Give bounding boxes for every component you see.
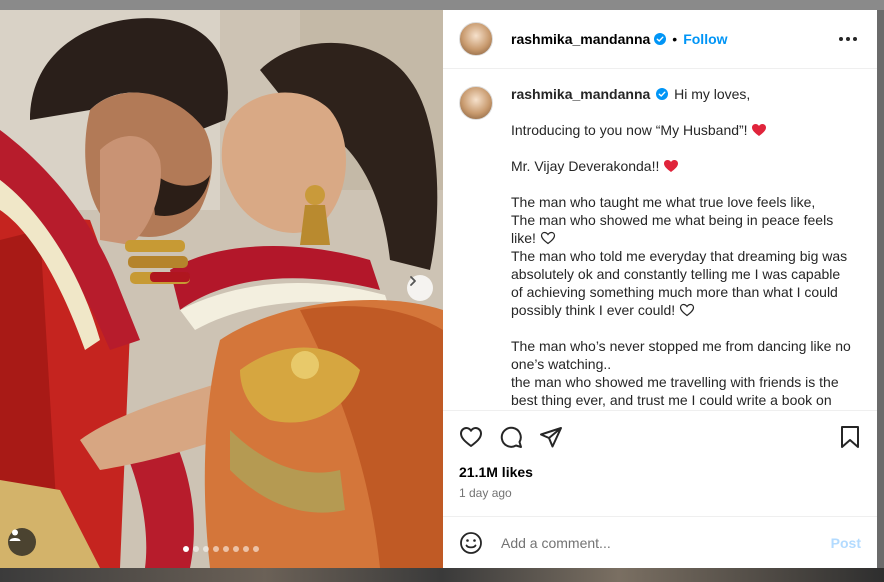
caption-username[interactable]: rashmika_mandanna xyxy=(511,86,650,102)
caption-line: Introducing to you now “My Husband”! xyxy=(511,122,748,138)
post-modal: rashmika_mandanna • Follow rashmika_mand… xyxy=(0,10,877,568)
more-icon xyxy=(839,37,843,41)
action-bar xyxy=(443,410,877,462)
comment-input[interactable] xyxy=(499,533,831,552)
share-icon xyxy=(540,426,562,447)
caption-line: The man who taught me what true love fee… xyxy=(511,194,816,210)
carousel-dot xyxy=(193,546,199,552)
post-timestamp[interactable]: 1 day ago xyxy=(443,484,877,502)
white-heart-emoji-icon xyxy=(540,231,555,245)
more-options-button[interactable] xyxy=(835,33,861,45)
carousel-dot xyxy=(233,546,239,552)
follow-button[interactable]: Follow xyxy=(683,31,727,47)
user-tags-button[interactable] xyxy=(8,528,36,556)
avatar[interactable] xyxy=(459,22,493,56)
post-comment-button[interactable]: Post xyxy=(831,535,861,551)
post-photo[interactable] xyxy=(0,10,443,568)
caption-line: The man who’s never stopped me from danc… xyxy=(511,338,851,372)
likes-count[interactable]: 21.1M likes xyxy=(443,462,877,482)
like-button[interactable] xyxy=(459,426,483,448)
next-photo-button[interactable] xyxy=(407,275,433,301)
save-button[interactable] xyxy=(839,425,861,449)
carousel-indicator xyxy=(183,546,259,552)
caption-avatar[interactable] xyxy=(459,86,493,120)
chevron-right-icon xyxy=(410,276,416,286)
comment-bar: Post xyxy=(443,516,877,568)
red-heart-emoji-icon xyxy=(664,160,679,172)
username-link[interactable]: rashmika_mandanna xyxy=(511,31,650,47)
background-feed xyxy=(0,568,884,582)
carousel-dot xyxy=(203,546,209,552)
caption-line: The man who showed me what being in peac… xyxy=(511,212,834,246)
bookmark-icon xyxy=(841,425,859,448)
carousel-dot xyxy=(243,546,249,552)
carousel-dot xyxy=(253,546,259,552)
caption-text: rashmika_mandanna Hi my loves, Introduci… xyxy=(511,85,851,410)
wedding-photo-illustration xyxy=(0,10,443,568)
heart-icon xyxy=(460,426,482,447)
carousel-dot xyxy=(183,546,189,552)
caption-line: the man who showed me travelling with fr… xyxy=(511,374,839,408)
user-tag-icon xyxy=(9,529,21,541)
verified-badge-icon xyxy=(656,88,669,100)
post-side-panel: rashmika_mandanna • Follow rashmika_mand… xyxy=(443,10,877,568)
emoji-icon xyxy=(460,531,482,554)
comment-button[interactable] xyxy=(499,425,523,449)
carousel-dot xyxy=(213,546,219,552)
share-button[interactable] xyxy=(539,425,563,449)
white-heart-emoji-icon xyxy=(679,303,695,317)
background-right xyxy=(877,10,884,568)
carousel-dot xyxy=(223,546,229,552)
emoji-button[interactable] xyxy=(459,531,483,555)
comment-icon xyxy=(500,426,522,448)
background-top xyxy=(0,0,884,10)
red-heart-emoji-icon xyxy=(752,124,767,136)
caption-section[interactable]: rashmika_mandanna Hi my loves, Introduci… xyxy=(443,69,877,410)
post-header: rashmika_mandanna • Follow xyxy=(443,10,877,69)
header-separator: • xyxy=(672,31,678,47)
caption-line: Hi my loves, xyxy=(674,86,751,102)
caption-line: Mr. Vijay Deverakonda!! xyxy=(511,158,660,174)
verified-badge-icon xyxy=(654,33,667,45)
